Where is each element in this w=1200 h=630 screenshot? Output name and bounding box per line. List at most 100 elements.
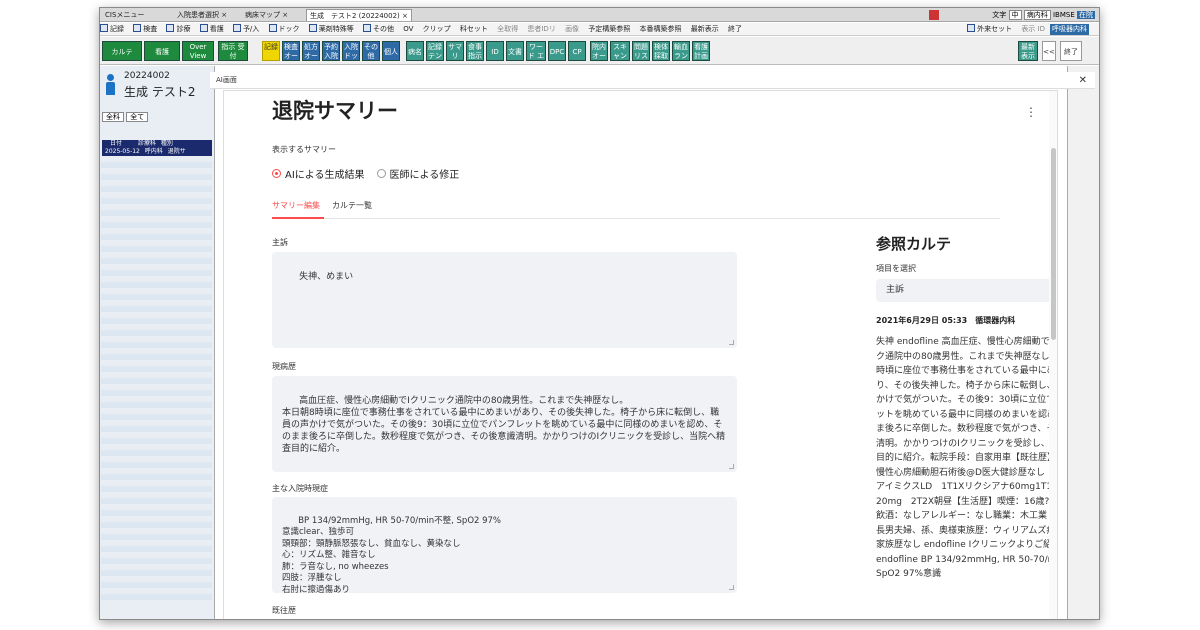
menu-item[interactable]: 科セット: [460, 25, 488, 33]
menu-item[interactable]: 最新表示: [691, 25, 719, 33]
person-icon: [106, 74, 115, 96]
diagnosis-icon[interactable]: 病名: [406, 41, 424, 61]
menu-item[interactable]: 本番構築参照: [640, 25, 682, 33]
word-excel-icon[interactable]: ワード エクセル: [526, 41, 546, 61]
tab-inpatient-select[interactable]: 入院患者選択 ×: [174, 9, 230, 21]
text-size-select[interactable]: 中: [1008, 10, 1022, 20]
discharge-summary-modal: 退院サマリー ⋮ 表示するサマリー AIによる生成結果 医師による修正 サマリー…: [223, 90, 1058, 619]
admission-findings-textarea[interactable]: BP 134/92mmHg, HR 50-70/min不整, SpO2 97% …: [272, 497, 737, 593]
menu-bar: 記録 検査 診療 看護 予/入 ドック 薬剤特殊等 その他 OV クリップ 科セ…: [100, 23, 1099, 36]
menu-item[interactable]: クリップ: [423, 25, 451, 33]
admission-icon[interactable]: 予約 入院: [322, 41, 340, 61]
specimen-icon[interactable]: 検体 採取: [652, 41, 670, 61]
order-receive-button[interactable]: 指示 受付: [218, 41, 248, 61]
close-icon[interactable]: ✕: [1079, 72, 1087, 89]
modal-header: AI画面 ✕: [210, 72, 1095, 89]
dept-button[interactable]: 呼吸器内科: [1050, 24, 1089, 35]
menu-item[interactable]: OV: [403, 25, 413, 33]
radio-ai-generated[interactable]: [272, 169, 281, 178]
field-label-past-history: 既往歴: [272, 606, 296, 615]
present-illness-textarea[interactable]: 高血圧症、慢性心房細動でIクリニック通院中の80歳男性。これまで失神歴なし。 本…: [272, 376, 737, 472]
tab-bar: CISメニュー 入院患者選択 × 病床マップ × 生成 テスト2 (202240…: [100, 8, 1099, 22]
field-label-present-illness: 現病歴: [272, 362, 296, 371]
chief-complaint-textarea[interactable]: 失神、めまい: [272, 252, 737, 348]
item-select[interactable]: 主訴 ⌄: [876, 279, 1057, 302]
scrollbar[interactable]: [1049, 91, 1057, 619]
nursing-button[interactable]: 看護: [144, 41, 180, 61]
active-tab-indicator: [272, 217, 324, 219]
menu-item[interactable]: 記録: [100, 24, 124, 33]
menu-item[interactable]: 診療: [166, 24, 190, 33]
emr-window: CISメニュー 入院患者選択 × 病床マップ × 生成 テスト2 (202240…: [99, 7, 1100, 620]
menu-item[interactable]: 終了: [728, 25, 742, 33]
radio-label-ai: AIによる生成結果: [285, 170, 365, 181]
radio-label-doctor: 医師による修正: [389, 170, 460, 181]
item-select-label: 項目を選択: [876, 264, 916, 273]
refresh-button[interactable]: 最新 表示: [1018, 41, 1038, 61]
menu-item[interactable]: 予定構築参照: [588, 25, 630, 33]
meal-icon[interactable]: 食事 指示: [466, 41, 484, 61]
menu-item[interactable]: その他: [363, 24, 394, 33]
outpatient-set-button[interactable]: 外来セット: [967, 24, 1012, 33]
collapse-button[interactable]: <<: [1042, 41, 1056, 61]
lab-order-icon[interactable]: 検査 オーダ: [282, 41, 300, 61]
tab-patient-record[interactable]: 生成 テスト2 (20224002) ×: [306, 9, 412, 21]
display-id: 表示 ID: [1021, 25, 1045, 33]
ibmse-label: IBMSE: [1052, 11, 1075, 19]
header-right-controls: 文字 中 病内科 IBMSE 在院: [992, 10, 1095, 20]
patient-id: 20224002: [124, 71, 170, 81]
menu-item[interactable]: 予/入: [232, 24, 259, 33]
menu-item[interactable]: 画像: [565, 25, 579, 33]
scrollbar-thumb[interactable]: [1051, 148, 1056, 340]
transfusion-icon[interactable]: 輸血 ラン: [672, 41, 690, 61]
tab-cis-menu[interactable]: CISメニュー: [102, 9, 147, 21]
menu-item[interactable]: 患者IDリ: [527, 25, 555, 33]
nursing-plan-icon[interactable]: 看護 計画: [692, 41, 710, 61]
table-row[interactable]: 2025-05-12 呼内科 退院サ: [102, 148, 212, 156]
summary-subtabs: サマリー編集 カルテ一覧: [272, 197, 1000, 219]
id-icon[interactable]: ID: [486, 41, 504, 61]
dept-filter-select[interactable]: 全科: [102, 112, 124, 122]
menu-item[interactable]: 検査: [133, 24, 157, 33]
patient-panel: 20224002 生成 テスト2 全科 全て 日付 診療科 種別 2025-05…: [100, 66, 215, 619]
type-filter-select[interactable]: 全て: [126, 112, 149, 122]
reference-text: 失神 endofline 高血圧症、慢性心房細動でIクリニック通院中の80歳男性…: [876, 337, 1058, 579]
overview-button[interactable]: Over View: [182, 41, 214, 61]
field-label-chief-complaint: 主訴: [272, 238, 288, 247]
alert-icon[interactable]: [929, 10, 939, 20]
menu-item[interactable]: 看護: [199, 24, 224, 33]
dock-icon[interactable]: 入院 ドック: [342, 41, 360, 61]
exit-button[interactable]: 終了: [1060, 41, 1082, 61]
radio-doctor-edited[interactable]: [376, 169, 386, 178]
left-filter-row: 全科 全て: [102, 112, 149, 122]
left-table-header: 日付 診療科 種別: [102, 140, 212, 148]
summary-select-label: 表示するサマリー: [272, 145, 336, 154]
summary-icon[interactable]: サマ リ: [446, 41, 464, 61]
dpc-icon[interactable]: DPC: [548, 41, 566, 61]
toolbar: カルテ 看護 Over View 指示 受付 記録 検査 オーダ 処方 オーダ …: [100, 37, 1099, 65]
cp-icon[interactable]: CP: [568, 41, 586, 61]
document-icon[interactable]: 文書: [506, 41, 524, 61]
personal-icon[interactable]: 個人: [382, 41, 400, 61]
karte-button[interactable]: カルテ: [102, 41, 142, 61]
problem-list-icon[interactable]: 問題 リスト: [632, 41, 650, 61]
field-label-admission-findings: 主な入院時現症: [272, 484, 328, 493]
menu-item[interactable]: 全取得: [497, 25, 518, 33]
tab-summary-edit[interactable]: サマリー編集: [272, 200, 320, 211]
patient-name: 生成 テスト2: [124, 85, 196, 99]
tab-karte-list[interactable]: カルテ一覧: [332, 200, 372, 211]
dept-select[interactable]: 病内科: [1023, 10, 1051, 20]
summary-radio-group: AIによる生成結果 医師による修正: [272, 166, 459, 181]
template-icon[interactable]: 記録 テンプ: [426, 41, 444, 61]
inhouse-order-icon[interactable]: 院内 オーダ: [590, 41, 608, 61]
right-side-panel: [1067, 66, 1099, 619]
scan-view-icon[interactable]: スキャン ビュー: [610, 41, 630, 61]
other-icon[interactable]: その他: [362, 41, 380, 61]
tab-bed-map[interactable]: 病床マップ ×: [242, 9, 291, 21]
more-menu-icon[interactable]: ⋮: [1025, 105, 1037, 119]
menu-item[interactable]: ドック: [268, 24, 300, 33]
prescription-icon[interactable]: 処方 オーダ: [302, 41, 320, 61]
record-icon[interactable]: 記録: [262, 41, 280, 61]
menu-item[interactable]: 薬剤特殊等: [308, 24, 354, 33]
page-title: 退院サマリー: [272, 99, 398, 123]
